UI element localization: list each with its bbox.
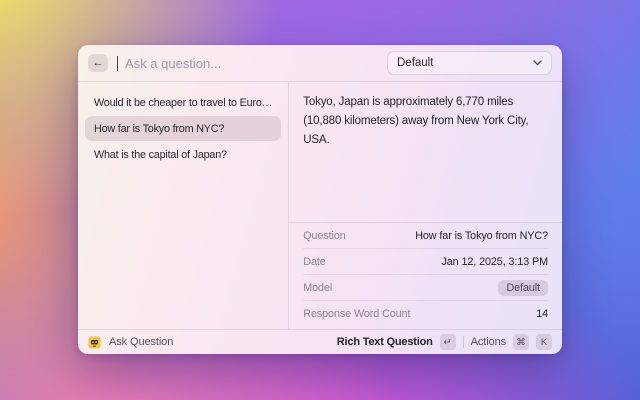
list-item-question[interactable]: What is the capital of Japan? [85, 142, 281, 167]
metadata-value: How far is Tokyo from NYC? [415, 230, 548, 242]
list-item-question-selected[interactable]: How far is Tokyo from NYC? [85, 116, 281, 141]
metadata-label: Response Word Count [303, 308, 410, 320]
metadata-row-question: Question How far is Tokyo from NYC? [303, 223, 548, 249]
model-badge: Default [498, 280, 548, 296]
metadata-label: Model [303, 282, 332, 294]
content-area: Would it be cheaper to travel to Euro… H… [78, 82, 562, 329]
metadata-label: Date [303, 256, 325, 268]
app-window: ← Ask a question... Default Would it be … [78, 45, 562, 354]
metadata-value: Jan 12, 2025, 3:13 PM [441, 256, 548, 268]
metadata-section: Question How far is Tokyo from NYC? Date… [289, 222, 562, 329]
primary-action-button[interactable]: Rich Text Question [337, 336, 433, 348]
action-bar: Ask Question Rich Text Question ↵ Action… [78, 329, 562, 354]
list-item-question[interactable]: Would it be cheaper to travel to Euro… [85, 90, 281, 115]
return-key-icon: ↵ [440, 334, 456, 350]
metadata-value: 14 [536, 308, 548, 320]
answer-text: Tokyo, Japan is approximately 6,770 mile… [289, 82, 562, 222]
command-key-icon: ⌘ [513, 334, 529, 350]
command-name: Ask Question [109, 336, 173, 348]
detail-panel: Tokyo, Japan is approximately 6,770 mile… [289, 82, 562, 329]
metadata-row-word-count: Response Word Count 14 [303, 301, 548, 327]
metadata-row-date: Date Jan 12, 2025, 3:13 PM [303, 249, 548, 275]
arrow-left-icon: ← [93, 57, 104, 69]
k-key-icon: K [536, 334, 552, 350]
metadata-row-model: Model Default [303, 275, 548, 301]
question-list: Would it be cheaper to travel to Euro… H… [78, 82, 289, 329]
footer-actions: Rich Text Question ↵ Actions ⌘ K [337, 334, 552, 350]
metadata-label: Question [303, 230, 345, 242]
search-header: ← Ask a question... Default [78, 45, 562, 82]
robot-face-icon [88, 336, 101, 349]
chevron-down-icon [533, 60, 542, 66]
text-cursor [117, 56, 118, 71]
actions-menu-button[interactable]: Actions [471, 336, 506, 348]
model-dropdown[interactable]: Default [387, 51, 552, 75]
back-button[interactable]: ← [88, 54, 108, 72]
footer-divider [463, 336, 464, 348]
search-input[interactable]: Ask a question... [125, 56, 221, 71]
model-dropdown-value: Default [397, 57, 433, 69]
